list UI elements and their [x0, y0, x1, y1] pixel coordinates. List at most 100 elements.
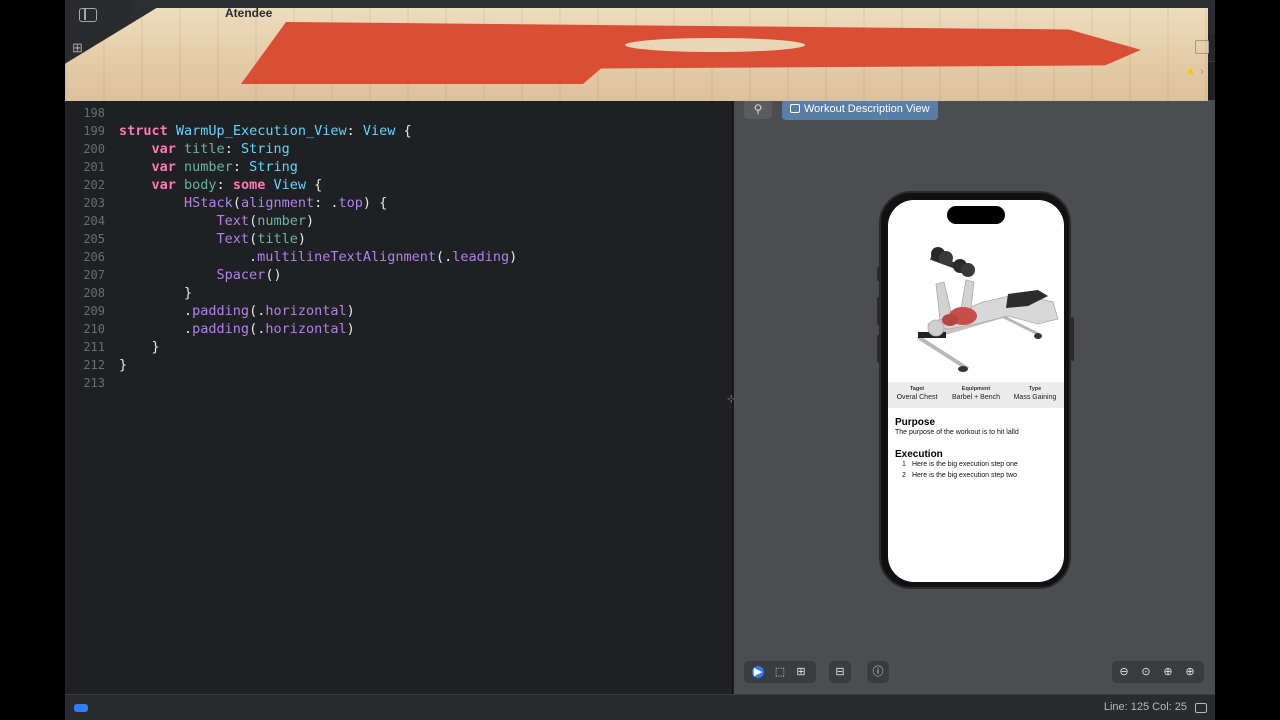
- warning-icon[interactable]: ▲: [1185, 65, 1196, 77]
- code-line[interactable]: 210 .padding(.horizontal): [65, 320, 733, 338]
- code-line[interactable]: 203 HStack(alignment: .top) {: [65, 194, 733, 212]
- inspector-toggle-icon[interactable]: [1195, 40, 1209, 54]
- stat-type-value: Mass Gaining: [1013, 394, 1057, 401]
- code-line[interactable]: 202 var body: some View {: [65, 176, 733, 194]
- code-line[interactable]: 208 }: [65, 284, 733, 302]
- line-number: 213: [83, 376, 105, 390]
- code-token: (.: [249, 321, 266, 337]
- device-settings-button[interactable]: ⊟: [832, 664, 848, 680]
- code-line[interactable]: 213: [65, 374, 733, 392]
- code-line[interactable]: 198: [65, 104, 733, 122]
- code-line[interactable]: 204 Text(number): [65, 212, 733, 230]
- code-token: (: [249, 231, 258, 247]
- code-token: var: [151, 177, 176, 193]
- workout-stats-bar: Taget Overal Chest Equipment Barbel + Be…: [888, 382, 1064, 408]
- code-token: .: [119, 249, 258, 265]
- line-number: 209: [83, 304, 105, 318]
- line-number: 212: [83, 358, 105, 372]
- code-text: var body: some View {: [119, 176, 323, 194]
- selectable-mode-button[interactable]: ⬚: [772, 664, 788, 680]
- code-token: :: [232, 159, 250, 175]
- zoom-fit-button[interactable]: ⊕: [1160, 664, 1176, 680]
- stat-equipment-value: Barbel + Bench: [951, 394, 1001, 401]
- code-token: (.: [249, 303, 266, 319]
- code-line[interactable]: 212}: [65, 356, 733, 374]
- code-token: View: [273, 177, 306, 193]
- zoom-out-icon: ⊖: [1119, 666, 1129, 678]
- code-token: padding: [192, 321, 250, 337]
- code-token: padding: [192, 303, 250, 319]
- zoom-out-button[interactable]: ⊖: [1116, 664, 1132, 680]
- build-status-indicator[interactable]: [74, 704, 88, 712]
- code-line[interactable]: 211 }: [65, 338, 733, 356]
- window-title: Atendee: [225, 8, 273, 20]
- variants-button[interactable]: ⊞: [793, 664, 809, 680]
- code-text: }: [119, 356, 127, 374]
- code-line[interactable]: 206 .multilineTextAlignment(.leading): [65, 248, 733, 266]
- code-token: (: [249, 213, 258, 229]
- preview-tab-icon: [790, 104, 800, 113]
- stat-type-label: Type: [1028, 386, 1042, 392]
- purpose-title: Purpose: [895, 417, 936, 428]
- zoom-controls: ⊖ ⊙ ⊕ ⊕: [1112, 661, 1204, 683]
- code-token: HStack: [184, 195, 233, 211]
- code-token: struct: [119, 123, 168, 139]
- preview-tab-workout-description[interactable]: Workout Description View: [782, 98, 938, 120]
- code-token: var: [151, 141, 176, 157]
- line-number: 207: [83, 268, 105, 282]
- related-items-grid-icon[interactable]: ⊞: [72, 40, 83, 56]
- code-token: ): [509, 249, 518, 265]
- line-number: 204: [83, 214, 105, 228]
- code-token: :: [346, 123, 363, 139]
- code-token: {: [395, 123, 412, 139]
- code-line[interactable]: 209 .padding(.horizontal): [65, 302, 733, 320]
- zoom-100-button[interactable]: ⊙: [1138, 664, 1154, 680]
- code-token: var: [151, 159, 176, 175]
- stat-type: Type Mass Gaining: [1006, 386, 1064, 402]
- code-line[interactable]: 201 var number: String: [65, 158, 733, 176]
- line-number: 200: [83, 142, 105, 156]
- zoom-in-icon: ⊕: [1185, 666, 1195, 678]
- line-number: 203: [83, 196, 105, 210]
- letter-counter: [625, 38, 805, 52]
- step-text: Here is the big execution step two: [911, 472, 1018, 479]
- code-token: WarmUp_Execution_View: [175, 123, 347, 139]
- code-token: }: [119, 339, 160, 355]
- code-token: View: [362, 123, 396, 139]
- sidebar-toggle-icon[interactable]: [79, 8, 97, 22]
- line-number: 198: [83, 106, 105, 120]
- code-token: (: [232, 195, 241, 211]
- inspect-button[interactable]: ⓘ: [870, 664, 886, 680]
- live-mode-button[interactable]: ▶: [750, 664, 766, 680]
- code-editor[interactable]: 198 199 struct WarmUp_Execution_View: View…: [65, 100, 735, 694]
- code-token: alignment: [240, 195, 315, 211]
- code-line[interactable]: 205 Text(title): [65, 230, 733, 248]
- inspect-group: ⓘ: [867, 661, 889, 683]
- minimap-toggle-icon[interactable]: [1195, 703, 1207, 713]
- code-token: body: [184, 177, 217, 193]
- purpose-text: The purpose of the workout is to hit lal…: [895, 429, 1019, 436]
- zoom-in-button[interactable]: ⊕: [1182, 664, 1198, 680]
- code-line[interactable]: 199 struct WarmUp_Execution_View: View {: [65, 122, 733, 140]
- code-token: }: [119, 285, 193, 301]
- code-line[interactable]: 207 Spacer(): [65, 266, 733, 284]
- chevron-right-icon[interactable]: ›: [1200, 64, 1204, 78]
- code-line[interactable]: 200 var title: String: [65, 140, 733, 158]
- code-token: (): [265, 267, 282, 283]
- code-token: ) {: [362, 195, 388, 211]
- code-text: var number: String: [119, 158, 298, 176]
- pin-preview-button[interactable]: ⚲: [744, 99, 772, 119]
- stat-target-value: Overal Chest: [896, 394, 938, 401]
- cursor-icon: ⬚: [774, 666, 786, 678]
- line-number: 206: [83, 250, 105, 264]
- stat-target-label: Taget: [909, 386, 925, 392]
- code-token: String: [249, 159, 298, 175]
- phone-volume-down: [877, 335, 880, 363]
- line-number: 202: [83, 178, 105, 192]
- stat-equipment: Equipment Barbel + Bench: [947, 386, 1005, 402]
